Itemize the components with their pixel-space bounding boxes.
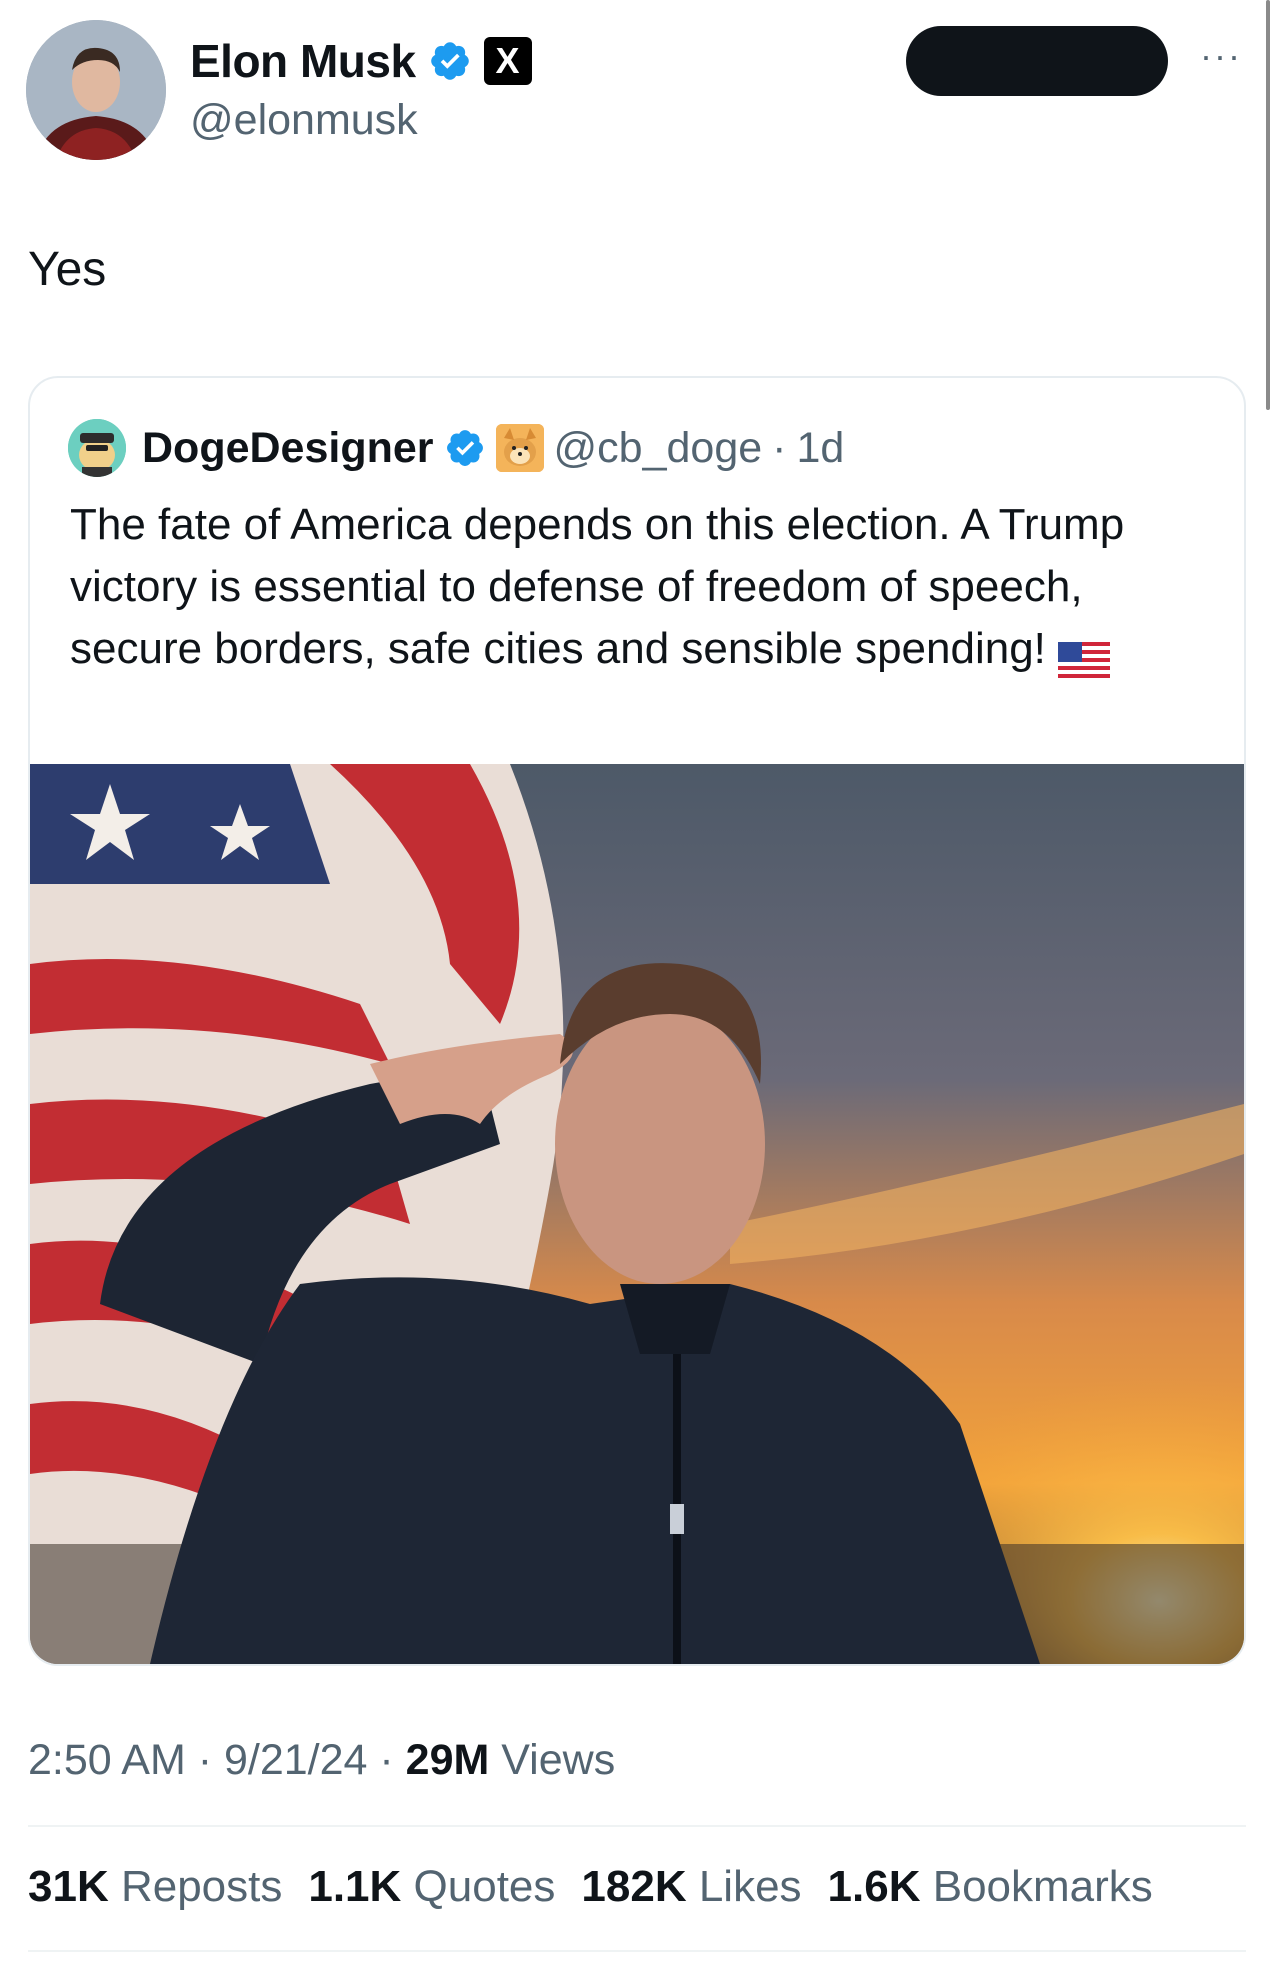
verified-badge-icon — [428, 39, 472, 83]
likes-label: Likes — [686, 1862, 802, 1911]
quoted-header: DogeDesigner @cb_doge · 1d — [68, 418, 844, 478]
engagement-stats: 31K Reposts 1.1K Quotes 182K Likes 1.6K … — [28, 1862, 1153, 1912]
quoted-verified-badge-icon — [444, 427, 486, 469]
quotes-stat[interactable]: 1.1K Quotes — [308, 1862, 555, 1912]
tweet-header: Elon Musk X @elonmusk ··· — [26, 20, 1240, 170]
divider — [28, 1825, 1246, 1827]
quoted-text-block: The fate of America depends on this elec… — [70, 494, 1200, 680]
quoted-age[interactable]: 1d — [796, 424, 844, 473]
quotes-count: 1.1K — [308, 1862, 402, 1911]
author-avatar[interactable] — [26, 20, 166, 160]
quoted-photo[interactable] — [30, 764, 1244, 1664]
doge-affiliate-icon — [495, 424, 544, 472]
bookmarks-count: 1.6K — [827, 1862, 921, 1911]
views-label: Views — [489, 1736, 616, 1784]
follow-button[interactable] — [906, 26, 1168, 96]
author-handle[interactable]: @elonmusk — [190, 96, 418, 145]
likes-stat[interactable]: 182K Likes — [581, 1862, 801, 1912]
reposts-label: Reposts — [108, 1862, 283, 1911]
reposts-stat[interactable]: 31K Reposts — [28, 1862, 282, 1912]
quoted-author-name[interactable]: DogeDesigner — [142, 424, 434, 473]
us-flag-icon — [1057, 633, 1110, 679]
quoted-avatar[interactable] — [68, 419, 126, 477]
quoted-handle[interactable]: @cb_doge — [554, 424, 763, 473]
reposts-count: 31K — [28, 1862, 109, 1911]
tweet-date[interactable]: 9/21/24 — [224, 1736, 367, 1784]
tweet-time[interactable]: 2:50 AM — [28, 1736, 186, 1784]
quoted-text: The fate of America depends on this elec… — [70, 500, 1125, 673]
views-count: 29M — [405, 1736, 490, 1784]
tweet-text: Yes — [28, 243, 107, 296]
bookmarks-stat[interactable]: 1.6K Bookmarks — [828, 1862, 1153, 1912]
x-affiliate-icon: X — [483, 37, 532, 85]
quotes-label: Quotes — [401, 1862, 556, 1911]
author-name-row: Elon Musk X — [190, 34, 532, 88]
scrollbar[interactable] — [1266, 0, 1270, 410]
likes-count: 182K — [581, 1862, 687, 1911]
quoted-separator: · — [772, 423, 787, 472]
meta-separator: · — [367, 1736, 406, 1784]
more-options-icon[interactable]: ··· — [1196, 38, 1246, 74]
quoted-tweet[interactable]: DogeDesigner @cb_doge · 1d The fate of A… — [28, 376, 1246, 1666]
tweet-meta: 2:50 AM · 9/21/24 · 29M Views — [28, 1736, 615, 1785]
bookmarks-label: Bookmarks — [920, 1862, 1153, 1911]
meta-separator: · — [185, 1736, 224, 1784]
author-name[interactable]: Elon Musk — [190, 34, 416, 88]
divider — [28, 1950, 1246, 1952]
